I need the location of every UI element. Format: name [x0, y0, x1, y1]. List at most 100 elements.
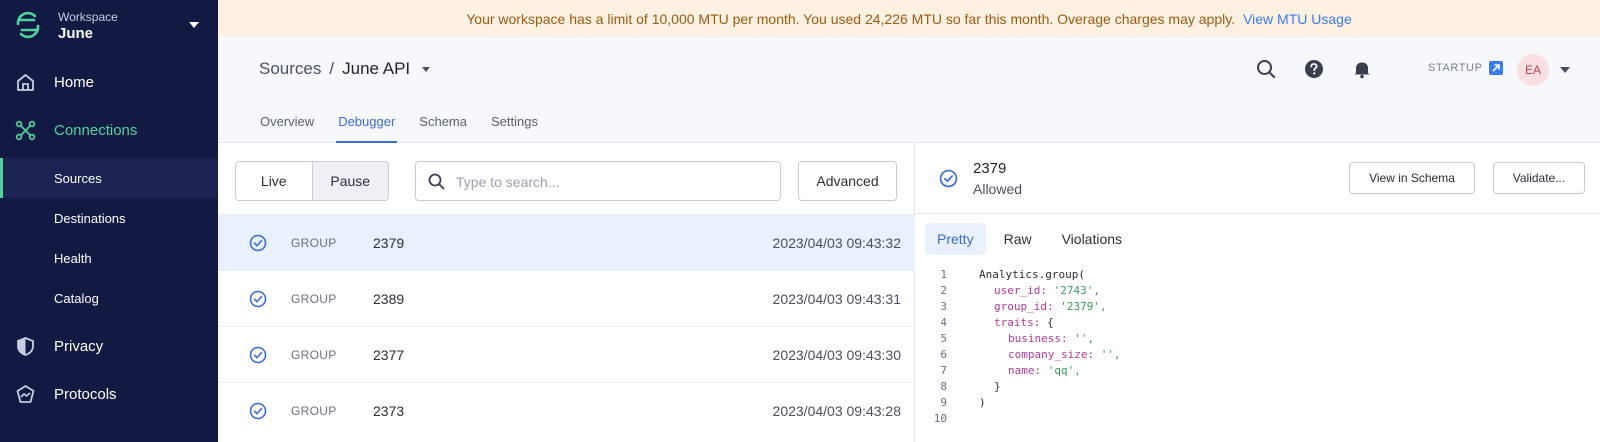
event-detail-panel: 2379 Allowed View in Schema Validate... … — [915, 143, 1600, 442]
event-id: 2389 — [373, 290, 405, 307]
event-type: GROUP — [291, 291, 337, 306]
code-line: 4 traits: { — [915, 315, 1600, 331]
code-value: '2743', — [1053, 284, 1100, 297]
code-line: 9 ) — [915, 395, 1600, 411]
check-circle-icon — [939, 169, 958, 188]
nav-home[interactable]: Home — [0, 62, 218, 102]
search-icon — [428, 173, 445, 190]
event-type: GROUP — [291, 235, 337, 250]
home-icon — [17, 74, 34, 91]
event-id: 2373 — [373, 402, 405, 419]
avatar[interactable]: EA — [1517, 54, 1549, 86]
sidebar-item-label: Catalog — [54, 290, 99, 306]
nav-connections-label: Connections — [54, 121, 138, 139]
pause-button[interactable]: Pause — [312, 162, 388, 200]
tab-settings[interactable]: Settings — [491, 114, 538, 143]
code-line: 6 company_size: '', — [915, 347, 1600, 363]
table-row[interactable]: GROUP 2373 2023/04/03 09:43:28 — [218, 382, 915, 438]
breadcrumb-parent[interactable]: Sources — [259, 59, 321, 79]
view-mtu-usage-link[interactable]: View MTU Usage — [1243, 11, 1352, 27]
sidebar-item-destinations[interactable]: Destinations — [0, 198, 218, 238]
breadcrumb-separator: / — [329, 59, 335, 78]
line-number: 10 — [933, 412, 947, 425]
sidebar: Workspace June Home Connections Sources … — [0, 0, 218, 442]
tab-overview[interactable]: Overview — [260, 114, 314, 143]
table-row[interactable]: GROUP 2389 2023/04/03 09:43:31 — [218, 270, 915, 326]
code-line: 7 name: 'qq', — [915, 363, 1600, 379]
shield-icon — [17, 337, 34, 356]
view-in-schema-button[interactable]: View in Schema — [1349, 162, 1475, 194]
code-brace: } — [994, 380, 1001, 393]
code-value: '', — [1100, 348, 1121, 361]
line-number: 8 — [940, 380, 947, 393]
page-title: June API — [342, 59, 411, 78]
event-id: 2379 — [373, 234, 405, 251]
code-brace: ) — [979, 396, 986, 409]
check-circle-icon — [249, 402, 267, 420]
tab-raw[interactable]: Raw — [992, 223, 1044, 255]
sidebar-item-health[interactable]: Health — [0, 238, 218, 278]
live-button[interactable]: Live — [236, 162, 313, 200]
event-timestamp: 2023/04/03 09:43:32 — [772, 234, 901, 251]
mtu-limit-banner: Your workspace has a limit of 10,000 MTU… — [218, 0, 1600, 37]
code-line: 2 user_id: '2743', — [915, 283, 1600, 299]
live-pause-toggle: Live Pause — [235, 161, 389, 201]
check-circle-icon — [249, 290, 267, 308]
segment-logo-icon — [16, 11, 40, 39]
view-tabs: Pretty Raw Violations — [925, 223, 1140, 255]
line-number: 9 — [940, 396, 947, 409]
sidebar-item-catalog[interactable]: Catalog — [0, 278, 218, 318]
line-number: 2 — [940, 284, 947, 297]
code-brace: { — [1046, 316, 1054, 329]
event-detail-id: 2379 — [973, 160, 1007, 177]
event-id: 2377 — [373, 346, 405, 363]
line-number: 7 — [940, 364, 947, 377]
sidebar-item-sources[interactable]: Sources — [0, 158, 218, 198]
table-row[interactable]: GROUP 2377 2023/04/03 09:43:30 — [218, 326, 915, 382]
tab-violations[interactable]: Violations — [1050, 223, 1134, 255]
tab-debugger[interactable]: Debugger — [336, 114, 398, 143]
search-icon[interactable] — [1254, 57, 1278, 81]
plan-label: STARTUP — [1428, 62, 1483, 74]
code-line: 1 Analytics.group( — [915, 267, 1600, 283]
banner-text: Your workspace has a limit of 10,000 MTU… — [466, 10, 1236, 27]
search-box — [415, 161, 781, 201]
validate-button[interactable]: Validate... — [1493, 162, 1585, 194]
chevron-down-icon[interactable] — [422, 66, 431, 72]
code-line: 3 group_id: '2379', — [915, 299, 1600, 315]
tab-schema[interactable]: Schema — [419, 114, 467, 143]
nav-home-label: Home — [54, 73, 95, 91]
workspace-label: Workspace — [58, 10, 118, 24]
bell-icon[interactable] — [1350, 57, 1374, 81]
tab-pretty[interactable]: Pretty — [925, 223, 986, 255]
search-input[interactable] — [456, 171, 766, 193]
advanced-button[interactable]: Advanced — [798, 161, 897, 201]
code-line: 8 } — [915, 379, 1600, 395]
sidebar-item-label: Destinations — [54, 210, 126, 226]
nav-protocols-label: Protocols — [54, 385, 117, 403]
event-status: Allowed — [973, 181, 1023, 197]
nav-privacy-label: Privacy — [54, 337, 104, 355]
page-header: Sources / June API STARTUP EA Overview D… — [218, 37, 1600, 143]
code-key: user_id: — [994, 284, 1047, 297]
nav-privacy[interactable]: Privacy — [0, 326, 218, 366]
table-row[interactable]: GROUP 2379 2023/04/03 09:43:32 — [218, 214, 915, 270]
breadcrumb: Sources / June API — [259, 59, 431, 79]
help-icon[interactable] — [1302, 57, 1326, 81]
check-circle-icon — [249, 234, 267, 252]
event-timestamp: 2023/04/03 09:43:31 — [772, 290, 901, 307]
nav-protocols[interactable]: Protocols — [0, 374, 218, 414]
event-type: GROUP — [291, 403, 337, 418]
plan-badge[interactable]: STARTUP — [1428, 61, 1503, 75]
connections-icon — [15, 120, 36, 141]
line-number: 6 — [940, 348, 947, 361]
code-call: Analytics.group( — [979, 268, 1085, 281]
nav-connections[interactable]: Connections — [0, 110, 218, 150]
code-key: group_id: — [994, 300, 1054, 313]
workspace-switcher[interactable]: Workspace June — [0, 0, 218, 52]
chevron-down-icon[interactable] — [1560, 67, 1570, 73]
check-circle-icon — [249, 346, 267, 364]
sidebar-item-label: Health — [54, 250, 92, 266]
chevron-down-icon[interactable] — [189, 22, 199, 28]
line-number: 3 — [940, 300, 947, 313]
